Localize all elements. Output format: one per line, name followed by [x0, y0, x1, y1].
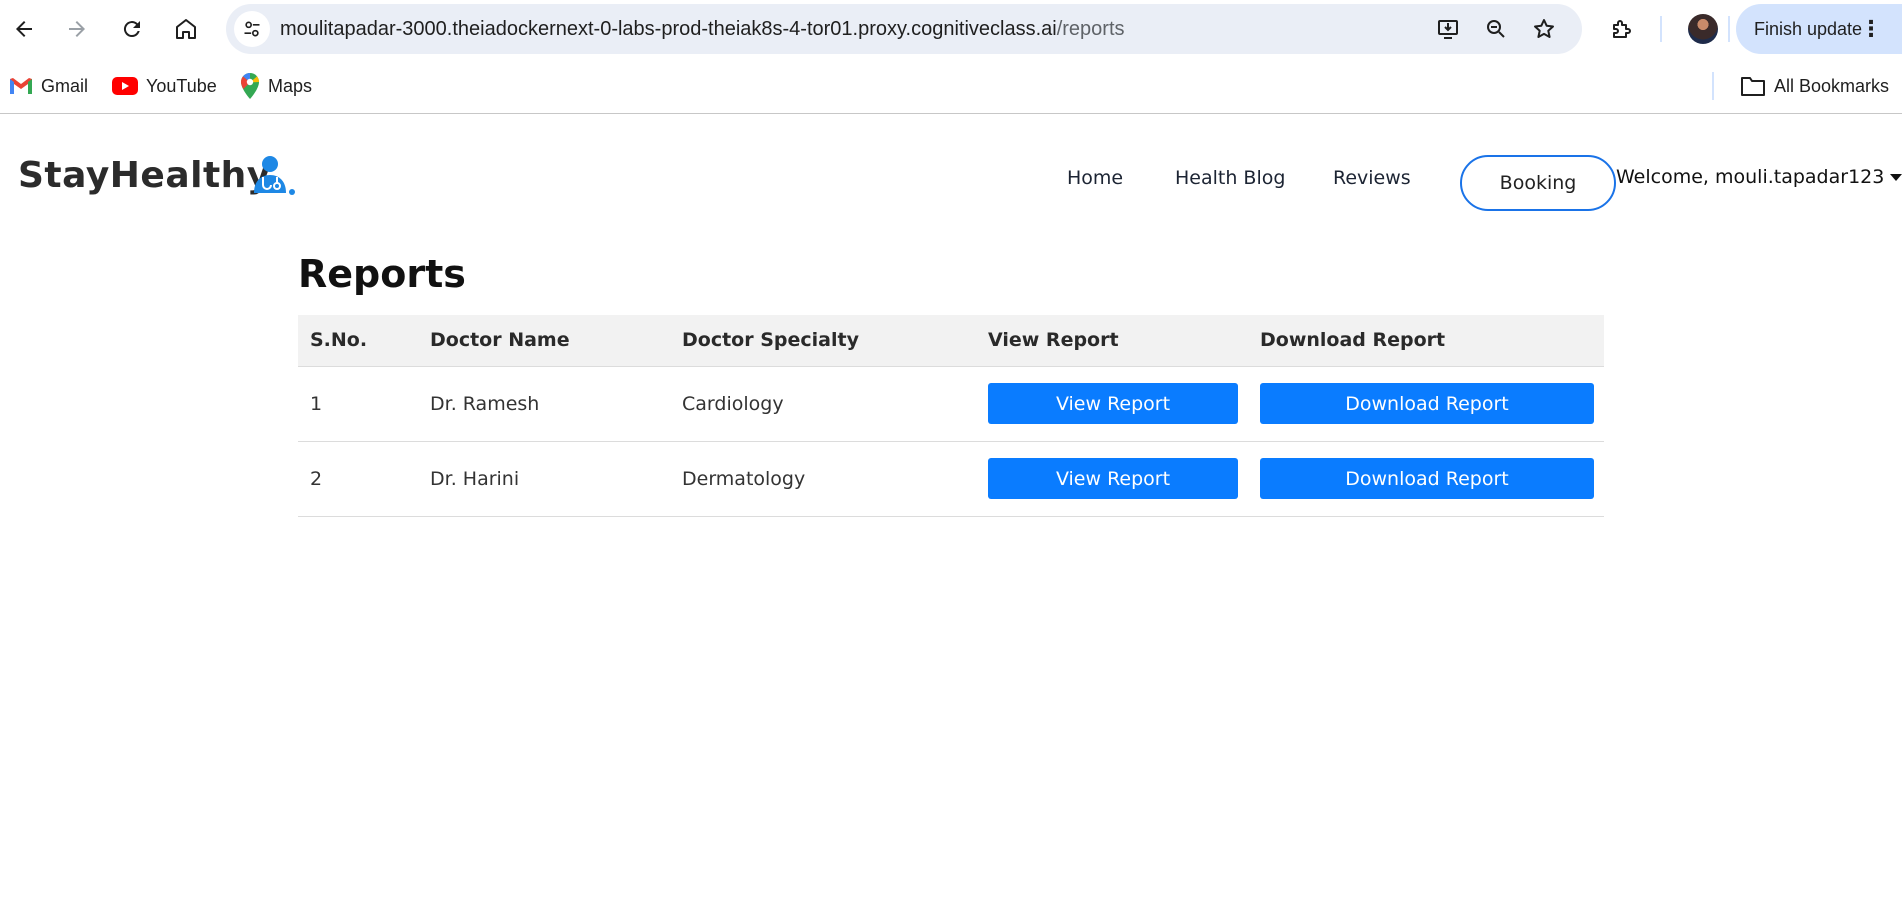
- forward-button[interactable]: [57, 9, 97, 49]
- bookmark-label: YouTube: [146, 75, 217, 96]
- home-button[interactable]: [166, 9, 206, 49]
- arrow-right-icon: [69, 21, 85, 37]
- page-content: StayHealthy Home Health Blog Reviews Boo…: [0, 115, 1902, 905]
- table-row: 1 Dr. Ramesh Cardiology View Report Down…: [298, 366, 1604, 442]
- bookmark-star-button[interactable]: [1528, 13, 1560, 45]
- site-info-button[interactable]: [234, 11, 270, 47]
- cell-specialty: Dermatology: [670, 441, 976, 517]
- toolbar-divider: [1728, 16, 1730, 42]
- arrow-left-icon: [16, 21, 32, 37]
- home-icon: [176, 19, 196, 39]
- caret-down-icon: [1890, 174, 1902, 181]
- nav-reviews[interactable]: Reviews: [1333, 167, 1411, 189]
- tune-icon: [244, 21, 260, 37]
- cell-sno: 1: [298, 366, 418, 442]
- download-report-button[interactable]: Download Report: [1260, 458, 1594, 499]
- reload-button[interactable]: [112, 9, 152, 49]
- puzzle-icon: [1613, 20, 1631, 38]
- nav-home[interactable]: Home: [1067, 167, 1123, 189]
- address-bar[interactable]: moulitapadar-3000.theiadockernext-0-labs…: [226, 4, 1582, 54]
- reload-icon: [123, 21, 140, 38]
- extensions-button[interactable]: [1606, 13, 1638, 45]
- nav-health-blog[interactable]: Health Blog: [1175, 167, 1285, 189]
- all-bookmarks-label: All Bookmarks: [1774, 75, 1890, 96]
- bookmark-label: Gmail: [41, 75, 89, 96]
- column-header-sno: S.No.: [298, 315, 418, 367]
- table-header-row: S.No. Doctor Name Doctor Specialty View …: [298, 315, 1604, 367]
- cell-download: Download Report: [1248, 441, 1604, 517]
- bookmark-youtube[interactable]: YouTube: [112, 72, 217, 100]
- column-header-specialty: Doctor Specialty: [670, 315, 976, 367]
- youtube-icon: [112, 77, 138, 95]
- column-header-doctor-name: Doctor Name: [418, 315, 670, 367]
- bookmark-gmail[interactable]: Gmail: [9, 72, 88, 100]
- bookmark-label: Maps: [268, 75, 313, 96]
- column-header-view-report: View Report: [976, 315, 1248, 367]
- cell-sno: 2: [298, 441, 418, 517]
- more-vert-icon: ⋮: [1860, 16, 1882, 41]
- download-report-button[interactable]: Download Report: [1260, 383, 1594, 424]
- cell-doctor-name: Dr. Harini: [418, 441, 670, 517]
- view-report-button[interactable]: View Report: [988, 458, 1238, 499]
- table-row: 2 Dr. Harini Dermatology View Report Dow…: [298, 441, 1604, 517]
- zoom-button[interactable]: [1480, 13, 1512, 45]
- all-bookmarks-button[interactable]: All Bookmarks: [1740, 72, 1889, 100]
- profile-avatar[interactable]: [1688, 14, 1718, 44]
- folder-icon: [1741, 77, 1765, 96]
- finish-update-button[interactable]: Finish update ⋮: [1736, 4, 1902, 54]
- brand-logo-text[interactable]: StayHealthy: [18, 155, 271, 196]
- finish-update-label: Finish update: [1754, 18, 1863, 39]
- url-host: moulitapadar-3000.theiadockernext-0-labs…: [280, 18, 1057, 40]
- star-icon: [1534, 19, 1554, 38]
- browser-toolbar: moulitapadar-3000.theiadockernext-0-labs…: [0, 0, 1902, 58]
- zoom-out-icon: [1487, 20, 1505, 38]
- cell-view: View Report: [976, 441, 1248, 517]
- welcome-text: Welcome, mouli.tapadar123: [1616, 166, 1885, 188]
- user-menu[interactable]: Welcome, mouli.tapadar123: [1616, 166, 1902, 188]
- cell-doctor-name: Dr. Ramesh: [418, 366, 670, 442]
- install-app-button[interactable]: [1432, 13, 1464, 45]
- column-header-download-report: Download Report: [1248, 315, 1604, 367]
- gmail-icon: [10, 78, 32, 94]
- page-title: Reports: [298, 252, 466, 296]
- bookmarks-divider: [1712, 72, 1714, 100]
- view-report-button[interactable]: View Report: [988, 383, 1238, 424]
- back-button[interactable]: [4, 9, 44, 49]
- reports-table: S.No. Doctor Name Doctor Specialty View …: [298, 315, 1604, 517]
- install-icon: [1438, 20, 1458, 39]
- booking-button[interactable]: Booking: [1460, 155, 1616, 211]
- cell-specialty: Cardiology: [670, 366, 976, 442]
- doctor-icon: [254, 156, 295, 195]
- url-text[interactable]: moulitapadar-3000.theiadockernext-0-labs…: [280, 4, 1125, 54]
- maps-icon: [241, 73, 259, 99]
- bookmark-maps[interactable]: Maps: [240, 72, 312, 100]
- toolbar-divider: [1660, 16, 1662, 42]
- bookmarks-bar: Gmail YouTube Maps All Bookmarks: [0, 58, 1902, 114]
- cell-download: Download Report: [1248, 366, 1604, 442]
- cell-view: View Report: [976, 366, 1248, 442]
- url-path: /reports: [1056, 18, 1125, 40]
